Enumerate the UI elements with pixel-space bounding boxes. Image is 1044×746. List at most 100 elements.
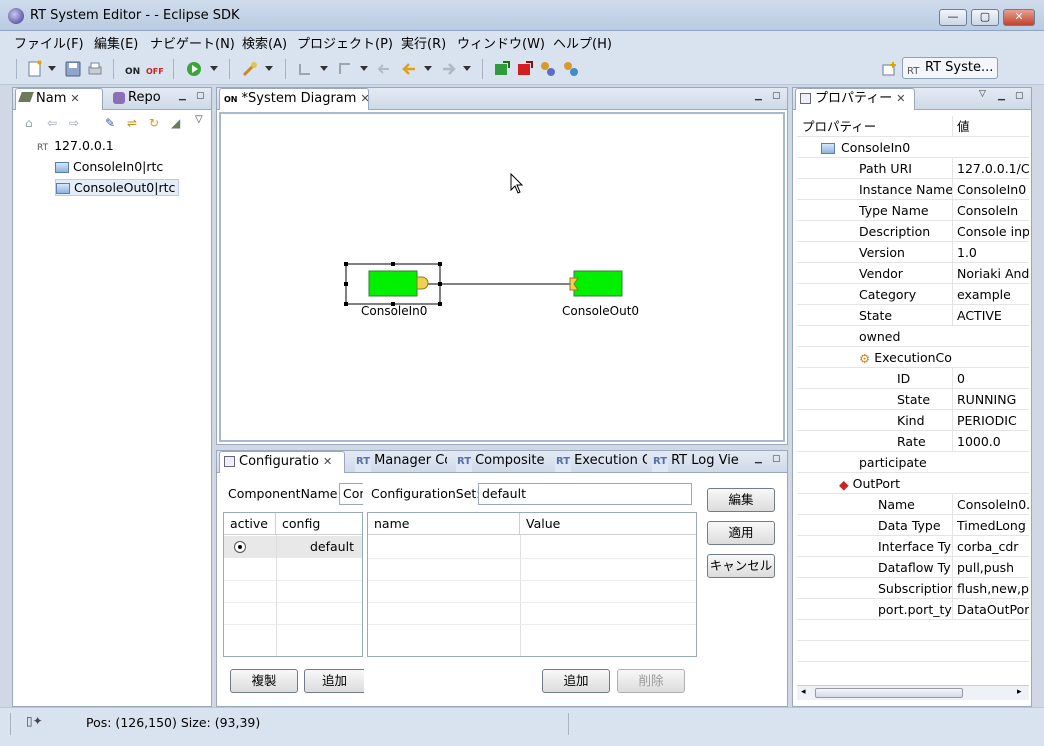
run-icon[interactable] [185, 60, 203, 78]
outport-icon[interactable] [416, 276, 429, 290]
sync-icon[interactable]: ↻ [149, 116, 159, 130]
save-icon[interactable] [64, 60, 82, 78]
tab-execution-context[interactable]: RT Execution C [551, 451, 647, 473]
start-ec-icon[interactable] [539, 60, 557, 78]
back-icon[interactable]: ⇦ [47, 116, 57, 130]
consoleout-component-box[interactable] [573, 270, 623, 297]
property-row[interactable]: State RUNNING [797, 389, 1029, 410]
scroll-right-icon[interactable]: ▸ [1017, 687, 1022, 697]
activate-all-icon[interactable] [493, 60, 511, 78]
apply-button[interactable]: 適用 [707, 521, 775, 545]
back-arrow-icon[interactable] [400, 60, 418, 78]
tab-properties[interactable]: プロパティー ✕ [795, 88, 915, 110]
consolein-component-box[interactable] [368, 270, 418, 297]
active-radio-button[interactable] [234, 541, 246, 553]
maximize-button[interactable]: ▢ [971, 9, 999, 26]
property-row[interactable]: Kind PERIODIC [797, 410, 1029, 431]
delete-param-button[interactable]: 削除 [617, 669, 685, 693]
menu-help[interactable]: ヘルプ(H) [553, 33, 612, 52]
refresh-icon[interactable]: ⇌ [127, 116, 137, 130]
chevron-down-icon[interactable] [48, 66, 56, 71]
last-edit-icon[interactable] [375, 60, 393, 78]
maximize-view-icon[interactable]: ▢ [772, 455, 782, 465]
close-icon[interactable]: ✕ [70, 92, 79, 105]
tree-item-consoleout[interactable]: ConsoleOut0|rtc [55, 179, 180, 196]
stop-ec-icon[interactable] [562, 60, 580, 78]
close-icon[interactable]: ✕ [896, 92, 905, 105]
property-row[interactable]: Dataflow Ty pull,push [797, 557, 1029, 578]
property-row[interactable]: Rate 1000.0 [797, 431, 1029, 452]
close-window-button[interactable]: ✕ [1003, 9, 1035, 26]
rt-system-perspective-button[interactable]: RT RT Syste... [902, 57, 998, 79]
property-row[interactable]: State ACTIVE [797, 305, 1029, 326]
print-icon[interactable] [86, 60, 104, 78]
configuration-set-field[interactable]: default [478, 483, 692, 505]
tab-composite[interactable]: RT Composite [452, 451, 548, 473]
deactivate-all-icon[interactable] [516, 60, 534, 78]
new-icon[interactable] [26, 60, 44, 78]
diagram-canvas[interactable]: ConsoleIn0 ConsoleOut0 [219, 112, 785, 442]
property-row[interactable]: Instance Name ConsoleIn0 [797, 179, 1029, 200]
property-row[interactable]: Category example [797, 284, 1029, 305]
chevron-down-icon[interactable] [360, 66, 368, 71]
maximize-view-icon[interactable]: ▢ [196, 92, 206, 102]
properties-horizontal-scrollbar[interactable]: ◂ ▸ [797, 685, 1029, 700]
view-menu-icon[interactable]: ▽ [979, 90, 989, 100]
add-config-set-button[interactable]: 追加 [304, 669, 364, 693]
edit-button[interactable]: 編集 [707, 488, 775, 512]
home-icon[interactable]: ⌂ [25, 116, 33, 130]
property-row[interactable]: owned [797, 326, 1029, 347]
maximize-view-icon[interactable]: ▢ [772, 92, 782, 102]
property-row[interactable]: ID 0 [797, 368, 1029, 389]
chevron-down-icon[interactable] [320, 66, 328, 71]
menu-file[interactable]: ファイル(F) [14, 33, 84, 52]
collapse-icon[interactable]: ◢ [171, 116, 180, 130]
scroll-left-icon[interactable]: ◂ [801, 687, 806, 697]
tab-manager-control[interactable]: RT Manager Co [351, 451, 447, 473]
next-annotation-icon[interactable] [296, 60, 314, 78]
menu-search[interactable]: 検索(A) [242, 33, 287, 52]
chevron-down-icon[interactable] [210, 66, 218, 71]
menu-run[interactable]: 実行(R) [401, 33, 446, 52]
property-row[interactable]: ConsoleIn0 [797, 137, 1029, 158]
minimize-view-icon[interactable]: ▁ [755, 92, 765, 102]
tab-rt-log-view[interactable]: RT RT Log Vie [648, 451, 744, 473]
chevron-down-icon[interactable] [463, 66, 471, 71]
property-row[interactable]: Subscriptiorflush,new,per [797, 578, 1029, 599]
minimize-view-icon[interactable]: ▁ [755, 455, 765, 465]
property-row[interactable]: ⚙ ExecutionCo [797, 347, 1029, 368]
close-icon[interactable]: ✕ [323, 455, 332, 468]
tab-system-diagram[interactable]: ON *System Diagram ✕ [219, 88, 369, 110]
close-icon[interactable]: ✕ [360, 92, 368, 105]
menu-window[interactable]: ウィンドウ(W) [457, 33, 545, 52]
tree-item-consolein[interactable]: ConsoleIn0|rtc [55, 159, 163, 174]
forward-icon[interactable]: ⇨ [69, 116, 79, 130]
chevron-down-icon[interactable] [424, 66, 432, 71]
tree-item-host[interactable]: RT 127.0.0.1 [37, 138, 114, 153]
add-param-button[interactable]: 追加 [542, 669, 610, 693]
property-row[interactable]: Name ConsoleIn0.o [797, 494, 1029, 515]
component-name-field[interactable]: Con [339, 483, 363, 505]
on-icon[interactable]: ON [124, 60, 142, 78]
property-row[interactable]: Interface Ty corba_cdr [797, 536, 1029, 557]
tab-repository[interactable]: Repo [109, 88, 171, 110]
property-row[interactable]: Path URI 127.0.0.1/Co [797, 158, 1029, 179]
open-perspective-icon[interactable] [881, 60, 899, 78]
fast-view-icon[interactable]: ▯✦ [26, 714, 43, 728]
property-row[interactable]: Description Console input [797, 221, 1029, 242]
scrollbar-thumb[interactable] [815, 688, 963, 698]
minimize-view-icon[interactable]: ▁ [179, 92, 189, 102]
tab-configuration[interactable]: Configuratio ✕ [219, 451, 345, 473]
property-row[interactable]: Data Type TimedLong [797, 515, 1029, 536]
property-row[interactable]: ◆ OutPort [797, 473, 1029, 494]
forward-arrow-icon[interactable] [440, 60, 458, 78]
chevron-down-icon[interactable] [265, 66, 273, 71]
minimize-view-icon[interactable]: ▁ [998, 92, 1008, 102]
property-row[interactable]: Type Name ConsoleIn [797, 200, 1029, 221]
property-row[interactable]: port.port_ty DataOutPort [797, 599, 1029, 620]
menu-edit[interactable]: 編集(E) [94, 33, 138, 52]
add-name-server-icon[interactable]: ✎ [105, 116, 115, 130]
property-row[interactable]: Vendor Noriaki Ando [797, 263, 1029, 284]
minimize-button[interactable]: — [939, 9, 967, 26]
menu-project[interactable]: プロジェクト(P) [297, 33, 393, 52]
